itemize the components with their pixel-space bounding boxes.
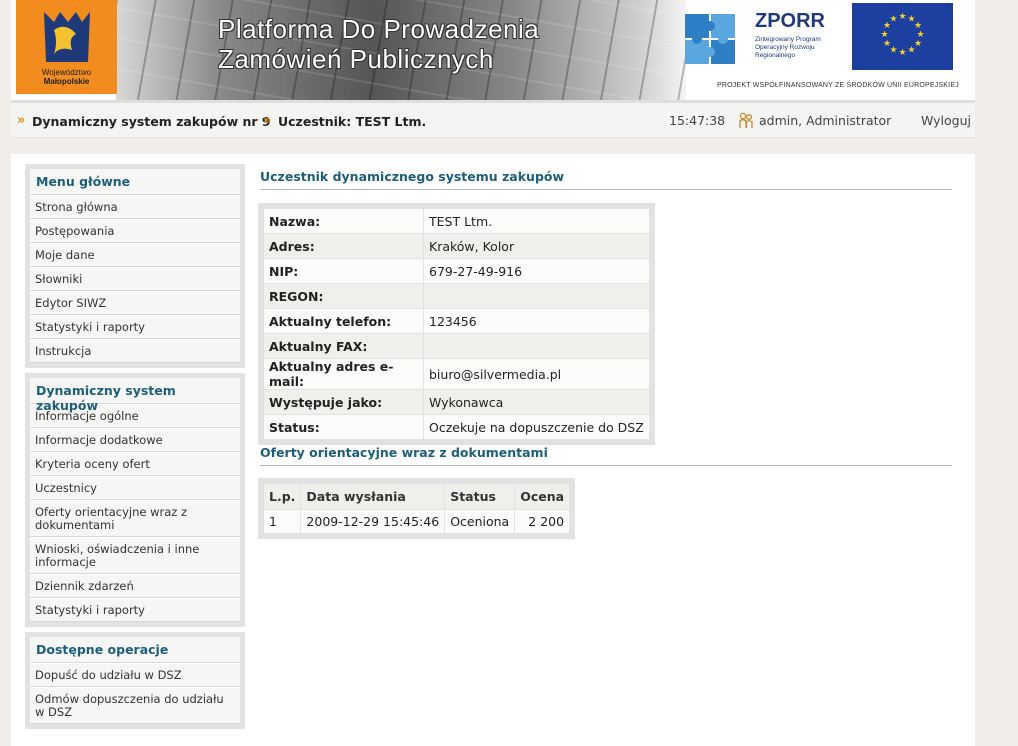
current-user: admin, Administrator (759, 113, 892, 128)
table-header-row: L.p. Data wysłania Status Ocena (262, 483, 571, 510)
svg-text:★: ★ (898, 48, 906, 58)
cell-date: 2009-12-29 15:45:46 (300, 509, 446, 534)
offers-table: L.p. Data wysłania Status Ocena 1 2009-1… (258, 478, 576, 539)
dsz-item-additional-info[interactable]: Informacje dodatkowe (30, 428, 240, 452)
logo-caption-line2: Małopolskie (43, 77, 90, 86)
column-header-date: Data wysłania (300, 483, 446, 510)
chevron-right-icon: » (17, 113, 26, 128)
puzzle-icon (685, 14, 735, 64)
svg-text:★: ★ (907, 46, 915, 56)
dsz-menu-title: Dynamiczny system zakupów (30, 378, 240, 413)
detail-label: REGON: (263, 283, 424, 309)
svg-text:★: ★ (889, 15, 897, 25)
menu-item-statistics[interactable]: Statystyki i raporty (30, 315, 240, 339)
menu-item-my-data[interactable]: Moje dane (30, 243, 240, 267)
detail-row: Status: Oczekuje na dopuszczenie do DSZ (263, 414, 650, 440)
dsz-menu: Dynamiczny system zakupów Informacje ogó… (25, 373, 245, 627)
detail-row: Aktualny adres e-mail: biuro@silvermedia… (263, 358, 650, 390)
detail-label: Adres: (263, 233, 424, 259)
dsz-item-offers[interactable]: Oferty orientacyjne wraz z dokumentami (30, 500, 240, 537)
app-title: Platforma Do Prowadzenia Zamówień Public… (218, 14, 539, 74)
menu-item-dictionaries[interactable]: Słowniki (30, 267, 240, 291)
table-row[interactable]: 1 2009-12-29 15:45:46 Oceniona 2 200 (262, 509, 571, 534)
detail-label: Aktualny FAX: (263, 333, 424, 359)
app-title-line1: Platforma Do Prowadzenia (218, 14, 540, 44)
detail-row: Aktualny FAX: (263, 333, 650, 359)
detail-label: Aktualny telefon: (263, 308, 424, 334)
detail-value: 679-27-49-916 (423, 258, 650, 284)
header-banner: Województwo Małopolskie Platforma Do Pro… (11, 0, 975, 100)
reject-button[interactable]: Odmów dopuszczenia do udziału w DSZ (30, 687, 240, 724)
cell-score: 2 200 (514, 509, 571, 534)
menu-item-proceedings[interactable]: Postępowania (30, 219, 240, 243)
clock: 15:47:38 (669, 113, 726, 128)
detail-value: Wykonawca (423, 389, 650, 415)
detail-label: Występuje jako: (263, 389, 424, 415)
breadcrumb-participant[interactable]: Uczestnik: TEST Ltm. (278, 114, 426, 129)
detail-row: Adres: Kraków, Kolor (263, 233, 650, 259)
dsz-item-event-log[interactable]: Dziennik zdarzeń (30, 574, 240, 598)
offers-heading: Oferty orientacyjne wraz z dokumentami (260, 445, 952, 466)
detail-value (423, 333, 650, 359)
menu-item-instructions[interactable]: Instrukcja (30, 339, 240, 363)
cell-lp: 1 (262, 509, 302, 534)
svg-text:★: ★ (883, 39, 891, 49)
operations-title: Dostępne operacje (30, 637, 240, 663)
detail-value (423, 283, 650, 309)
detail-label: Aktualny adres e-mail: (263, 358, 424, 390)
main-menu-title: Menu główne (30, 169, 240, 195)
zporr-logo: ZPORR Zintegrowany Program Operacyjny Ro… (681, 6, 841, 76)
malopolska-crest-icon (44, 12, 90, 62)
detail-value: Oczekuje na dopuszczenie do DSZ (423, 414, 650, 440)
menu-item-siwz-editor[interactable]: Edytor SIWZ (30, 291, 240, 315)
svg-text:★: ★ (898, 12, 906, 22)
logout-link[interactable]: Wyloguj (921, 113, 971, 128)
dsz-item-requests[interactable]: Wnioski, oświadczenia i inne informacje (30, 537, 240, 574)
users-icon (739, 112, 753, 128)
eu-flag-icon: ★ ★ ★ ★ ★ ★ ★ ★ ★ ★ ★ ★ (852, 3, 953, 70)
menu-item-home[interactable]: Strona główna (30, 195, 240, 219)
dsz-item-participants[interactable]: Uczestnicy (30, 476, 240, 500)
participant-details: Nazwa: TEST Ltm. Adres: Kraków, Kolor NI… (258, 203, 655, 445)
cofinancing-note: PROJEKT WSPÓŁFINANSOWANY ZE ŚRODKÓW UNII… (717, 82, 959, 89)
content-panel: Menu główne Strona główna Postępowania M… (11, 154, 975, 746)
detail-value: 123456 (423, 308, 650, 334)
detail-row: Występuje jako: Wykonawca (263, 389, 650, 415)
logo-caption-line1: Województwo (41, 68, 92, 77)
participant-heading: Uczestnik dynamicznego systemu zakupów (260, 169, 952, 190)
column-header-score: Ocena (514, 483, 571, 510)
cell-status: Oceniona (444, 509, 516, 534)
detail-label: Nazwa: (263, 208, 424, 234)
detail-row: Aktualny telefon: 123456 (263, 308, 650, 334)
detail-value: biuro@silvermedia.pl (423, 358, 650, 390)
admit-button[interactable]: Dopuść do udziału w DSZ (30, 663, 240, 687)
detail-label: Status: (263, 414, 424, 440)
detail-row: NIP: 679-27-49-916 (263, 258, 650, 284)
detail-value: Kraków, Kolor (423, 233, 650, 259)
chevron-right-icon: » (263, 113, 272, 128)
dsz-item-criteria[interactable]: Kryteria oceny ofert (30, 452, 240, 476)
operations-menu: Dostępne operacje Dopuść do udziału w DS… (25, 632, 245, 729)
detail-row: REGON: (263, 283, 650, 309)
svg-text:★: ★ (880, 30, 888, 40)
zporr-title: ZPORR (755, 10, 825, 32)
breadcrumb: » Dynamiczny system zakupów nr 9 » Uczes… (11, 100, 975, 138)
dsz-item-statistics[interactable]: Statystyki i raporty (30, 598, 240, 622)
main-menu: Menu główne Strona główna Postępowania M… (25, 164, 245, 368)
detail-label: NIP: (263, 258, 424, 284)
detail-value: TEST Ltm. (423, 208, 650, 234)
zporr-subtitle: Zintegrowany Program Operacyjny Rozwoju … (755, 36, 821, 59)
malopolska-logo: Województwo Małopolskie (16, 0, 117, 94)
column-header-status: Status (444, 483, 516, 510)
column-header-lp: L.p. (262, 483, 302, 510)
breadcrumb-dsz[interactable]: Dynamiczny system zakupów nr 9 (32, 114, 271, 129)
app-title-line2: Zamówień Publicznych (218, 44, 494, 74)
detail-row: Nazwa: TEST Ltm. (263, 208, 650, 234)
